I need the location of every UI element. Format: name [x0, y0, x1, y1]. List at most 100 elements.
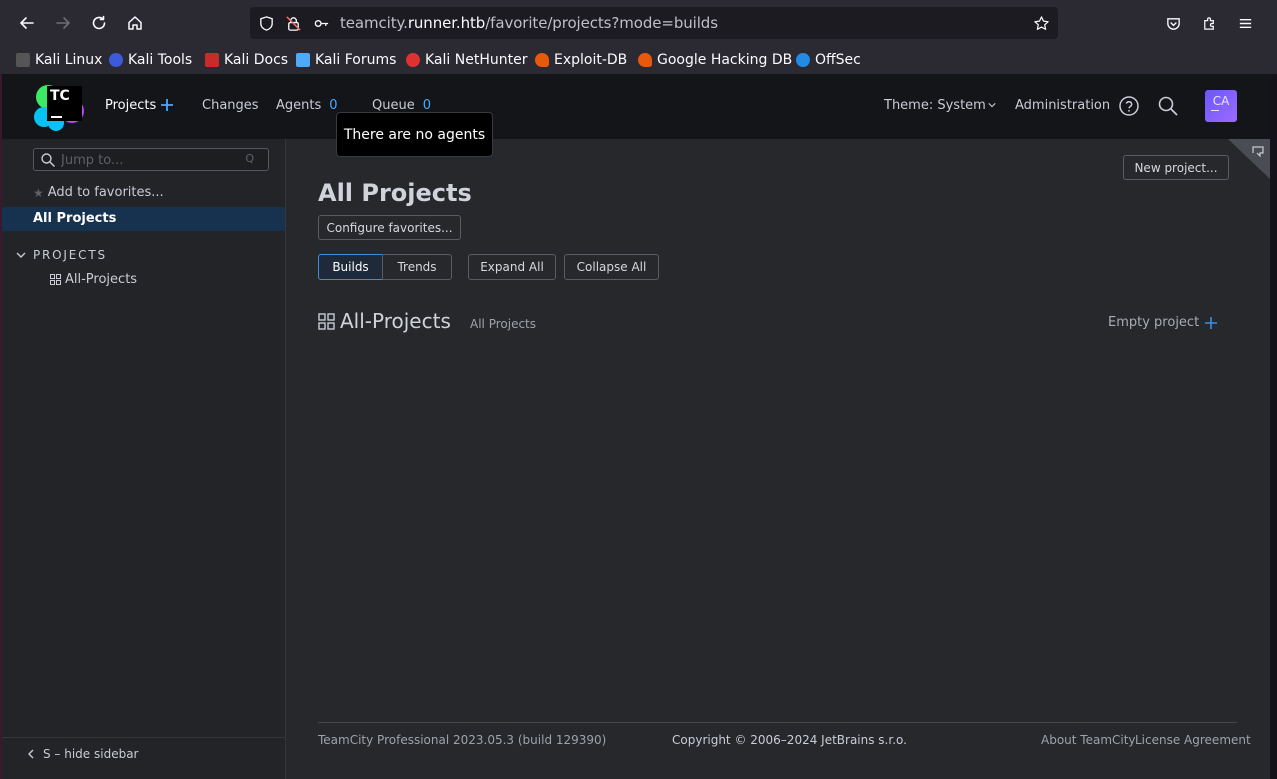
sidebar-item-all-projects[interactable]: All Projects [2, 207, 285, 231]
nav-agents[interactable]: Agents 0 [276, 98, 338, 113]
agents-count: 0 [329, 98, 338, 113]
avatar-initials: CA [1212, 94, 1230, 108]
forward-icon[interactable] [51, 11, 75, 35]
shield-icon[interactable] [257, 14, 275, 32]
bookmark-label: Kali Forums [315, 52, 397, 68]
chevron-down-icon [16, 252, 26, 258]
pocket-icon[interactable] [1162, 12, 1184, 34]
offsec-icon [796, 53, 810, 67]
kali-forums-icon [296, 53, 310, 67]
kali-docs-icon [205, 53, 219, 67]
about-teamcity-link[interactable]: About TeamCity [1041, 733, 1136, 747]
kali-linux-icon [16, 53, 30, 67]
main-content: New project... All Projects Configure fa… [286, 139, 1270, 779]
bookmarks-toolbar: Kali Linux Kali Tools Kali Docs Kali For… [0, 46, 1277, 74]
kali-tools-icon [109, 53, 123, 67]
version-info: TeamCity Professional 2023.05.3 (build 1… [318, 733, 607, 747]
chevron-left-icon [28, 749, 34, 759]
user-avatar[interactable]: CA [1205, 90, 1237, 122]
bookmark-exploit-db[interactable]: Exploit-DB [535, 50, 627, 70]
url-path: /favorite/projects?mode=builds [485, 14, 718, 32]
project-name-link[interactable]: All-Projects [340, 309, 451, 333]
bookmark-kali-linux[interactable]: Kali Linux [16, 50, 102, 70]
nav-projects[interactable]: Projects [105, 98, 156, 113]
bookmark-label: Kali Linux [35, 52, 103, 68]
hide-sidebar-button[interactable]: S – hide sidebar [26, 747, 139, 761]
avatar-underline [1211, 110, 1219, 111]
reload-icon[interactable] [87, 11, 111, 35]
add-subproject-plus-icon[interactable] [1204, 316, 1218, 330]
window-edge-right [1270, 74, 1277, 779]
search-icon[interactable] [1157, 95, 1179, 117]
menu-icon[interactable] [1234, 12, 1256, 34]
sidebar-section-projects[interactable]: PROJECTS [16, 248, 107, 262]
project-grid-icon [50, 274, 61, 285]
bookmark-label: Google Hacking DB [657, 52, 793, 68]
teamcity-logo[interactable]: TC [34, 83, 84, 131]
address-bar[interactable]: teamcity.runner.htb/favorite/projects?mo… [250, 7, 1058, 39]
bookmark-label: OffSec [815, 52, 861, 68]
jump-to-search[interactable]: Q [33, 148, 269, 171]
add-to-favorites[interactable]: ★ Add to favorites... [33, 185, 164, 200]
kali-nethunter-icon [406, 53, 420, 67]
logo-text: TC [50, 88, 70, 104]
nav-queue[interactable]: Queue 0 [372, 98, 431, 113]
project-item-label: All-Projects [65, 272, 138, 287]
sidebar: Q ★Add to favorites... All Projects PROJ… [2, 139, 286, 779]
jump-to-input[interactable] [61, 151, 241, 169]
project-status: Empty project [1108, 315, 1200, 330]
agents-label: Agents [276, 98, 322, 113]
bookmark-kali-docs[interactable]: Kali Docs [205, 50, 288, 70]
hide-sidebar-label: S – hide sidebar [43, 747, 139, 761]
bookmark-star-icon[interactable] [1032, 14, 1050, 32]
bookmark-kali-forums[interactable]: Kali Forums [296, 50, 396, 70]
collapse-all-button[interactable]: Collapse All [564, 254, 659, 280]
extensions-icon[interactable] [1198, 12, 1220, 34]
back-icon[interactable] [15, 11, 39, 35]
insecure-lock-icon[interactable] [284, 14, 302, 32]
project-breadcrumb-link[interactable]: All Projects [470, 317, 536, 331]
section-label: PROJECTS [33, 248, 107, 262]
url-text[interactable]: teamcity.runner.htb/favorite/projects?mo… [340, 14, 718, 32]
bookmark-label: Kali Docs [224, 52, 289, 68]
bookmark-kali-tools[interactable]: Kali Tools [109, 50, 192, 70]
corner-feedback-icon[interactable] [1228, 139, 1270, 179]
url-host: runner.htb [407, 14, 486, 32]
url-prefix: teamcity. [340, 14, 408, 32]
license-agreement-link[interactable]: License Agreement [1135, 733, 1251, 747]
project-grid-icon [318, 313, 335, 330]
star-icon: ★ [33, 185, 44, 200]
add-project-plus-icon[interactable] [159, 97, 175, 113]
new-project-button[interactable]: New project... [1123, 155, 1229, 180]
browser-toolbar: teamcity.runner.htb/favorite/projects?mo… [0, 0, 1277, 46]
nav-changes[interactable]: Changes [202, 98, 259, 113]
expand-all-button[interactable]: Expand All [468, 254, 556, 280]
agents-tooltip: There are no agents [336, 112, 493, 157]
bookmark-offsec[interactable]: OffSec [796, 50, 861, 70]
search-icon [41, 153, 56, 168]
sidebar-footer: S – hide sidebar [2, 737, 285, 779]
queue-label: Queue [372, 98, 415, 113]
configure-favorites-button[interactable]: Configure favorites... [318, 215, 461, 240]
bookmark-google-hacking-db[interactable]: Google Hacking DB [638, 50, 792, 70]
theme-label: Theme: System [884, 98, 986, 113]
queue-count: 0 [422, 98, 431, 113]
bookmark-kali-nethunter[interactable]: Kali NetHunter [406, 50, 527, 70]
help-icon[interactable] [1118, 95, 1140, 117]
page-title: All Projects [318, 179, 472, 207]
copyright-text: Copyright © 2006–2024 JetBrains s.r.o. [672, 733, 907, 747]
builds-tab-button[interactable]: Builds [318, 254, 383, 280]
sidebar-item-all-projects-tree[interactable]: All-Projects [50, 272, 137, 287]
theme-selector[interactable]: Theme: System [884, 98, 996, 113]
bookmark-label: Kali Tools [128, 52, 193, 68]
bookmark-label: Kali NetHunter [425, 52, 528, 68]
key-icon[interactable] [312, 14, 330, 32]
home-icon[interactable] [123, 11, 147, 35]
exploit-db-icon [535, 53, 549, 67]
google-hacking-db-icon [638, 53, 652, 67]
chevron-down-icon [988, 103, 996, 108]
page-footer: TeamCity Professional 2023.05.3 (build 1… [318, 722, 1251, 762]
bookmark-label: Exploit-DB [554, 52, 628, 68]
trends-tab-button[interactable]: Trends [382, 254, 452, 280]
nav-administration[interactable]: Administration [1015, 98, 1110, 113]
